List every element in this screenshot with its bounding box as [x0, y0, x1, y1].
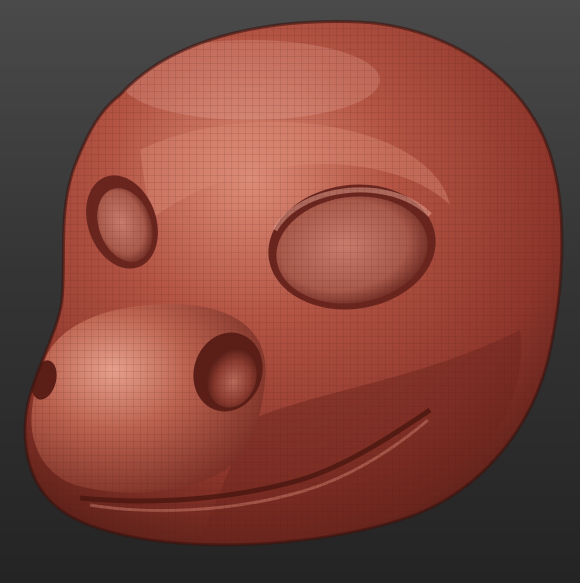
creature-head-model[interactable] — [0, 0, 580, 583]
3d-viewport[interactable] — [0, 0, 580, 583]
wireframe-overlay — [25, 21, 562, 545]
viewport-canvas[interactable] — [0, 0, 580, 583]
